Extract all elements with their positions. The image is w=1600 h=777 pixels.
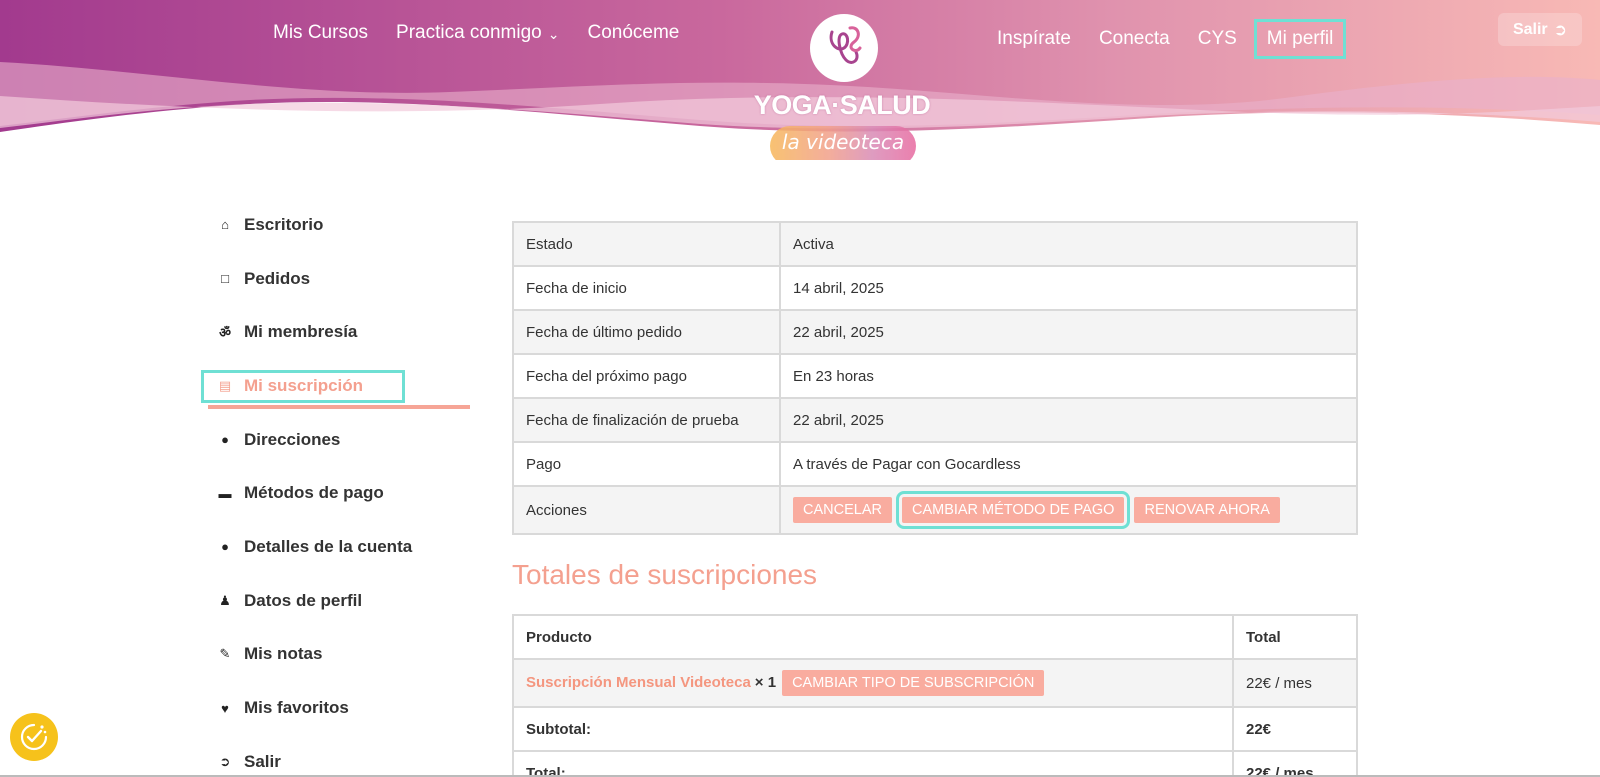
cookie-consent-button[interactable] — [10, 713, 58, 761]
sign-out-icon: ➲ — [1553, 21, 1568, 39]
account-sidebar: ⌂ Escritorio □ Pedidos ॐ Mi membresía ▤ … — [201, 198, 473, 777]
cancel-subscription-button[interactable]: CANCELAR — [793, 497, 892, 523]
users-icon: ● — [221, 539, 229, 555]
subscription-details: Estado Activa Fecha de inicio 14 abril, … — [512, 221, 1358, 535]
change-payment-method-button[interactable]: CAMBIAR MÉTODO DE PAGO — [895, 491, 1131, 529]
sidebar-item-pedidos[interactable]: □ Pedidos — [203, 252, 473, 306]
row-value: En 23 horas — [779, 353, 1358, 399]
table-row: Estado Activa — [512, 221, 1358, 267]
sidebar-item-datos-perfil[interactable]: ♟ Datos de perfil — [203, 574, 473, 628]
table-row: Fecha de finalización de prueba 22 abril… — [512, 397, 1358, 443]
active-underline — [208, 405, 470, 410]
sidebar-item-mis-favoritos[interactable]: ♥ Mis favoritos — [203, 681, 473, 735]
logo-ys-icon — [810, 14, 878, 82]
product-quantity: × 1 — [754, 674, 777, 691]
nav-cys[interactable]: CYS — [1198, 28, 1237, 50]
table-row: Fecha del próximo pago En 23 horas — [512, 353, 1358, 399]
renew-now-button[interactable]: RENOVAR AHORA — [1134, 497, 1280, 523]
sign-out-icon: ➲ — [219, 753, 231, 769]
product-cell: Suscripción Mensual Videoteca × 1 CAMBIAR … — [512, 658, 1234, 708]
subscription-details-table: Estado Activa Fecha de inicio 14 abril, … — [512, 221, 1358, 535]
row-value: 22 abril, 2025 — [779, 397, 1358, 443]
nav-practica-conmigo[interactable]: Practica conmigo ⌄ — [396, 22, 559, 44]
row-actions: CANCELAR CAMBIAR MÉTODO DE PAGO RENOVAR … — [779, 485, 1358, 535]
subtotal-value: 22€ — [1232, 706, 1358, 752]
row-label: Fecha de finalización de prueba — [512, 397, 781, 443]
chevron-down-icon: ⌄ — [547, 25, 560, 42]
nav-mis-cursos[interactable]: Mis Cursos — [273, 22, 368, 44]
row-label: Acciones — [512, 485, 781, 535]
sidebar-item-direcciones[interactable]: ● Direcciones — [203, 413, 473, 467]
table-row: Fecha de inicio 14 abril, 2025 — [512, 265, 1358, 311]
row-value: A través de Pagar con Gocardless — [779, 441, 1358, 487]
sidebar-item-detalles-cuenta[interactable]: ● Detalles de la cuenta — [203, 520, 473, 574]
location-pin-icon: ● — [221, 432, 229, 448]
table-row: Suscripción Mensual Videoteca × 1 CAMBIAR … — [512, 658, 1358, 708]
sidebar-item-metodos-de-pago[interactable]: ▬ Métodos de pago — [203, 466, 473, 520]
row-label: Pago — [512, 441, 781, 487]
site-logo[interactable]: YOGA·SALUD la videoteca — [752, 12, 932, 160]
subscription-totals: Producto Total Suscripción Mensual Video… — [512, 614, 1358, 777]
nav-conoceme[interactable]: Conóceme — [587, 22, 679, 44]
highlight-box — [201, 370, 405, 404]
header-logout-button[interactable]: Salir ➲ — [1498, 13, 1582, 46]
credit-card-icon: ▬ — [218, 485, 232, 501]
site-header: Mis Cursos Practica conmigo ⌄ Conóceme YO… — [0, 0, 1600, 160]
nav-inspirate[interactable]: Inspírate — [997, 28, 1071, 50]
row-label: Fecha de inicio — [512, 265, 781, 311]
subscription-totals-table: Producto Total Suscripción Mensual Video… — [512, 614, 1358, 777]
logo-subtitle: la videoteca — [781, 130, 905, 154]
row-value: Activa — [779, 221, 1358, 267]
logo-subtitle-badge: la videoteca — [770, 126, 916, 160]
table-row-actions: Acciones CANCELAR CAMBIAR MÉTODO DE PAGO… — [512, 485, 1358, 535]
nav-mi-perfil[interactable]: Mi perfil — [1253, 19, 1347, 59]
product-total: 22€ / mes — [1232, 658, 1358, 708]
row-value: 14 abril, 2025 — [779, 265, 1358, 311]
logo-title: YOGA·SALUD — [753, 90, 931, 120]
table-row: Subtotal: 22€ — [512, 706, 1358, 752]
table-row: Fecha de último pedido 22 abril, 2025 — [512, 309, 1358, 355]
nav-conecta[interactable]: Conecta — [1099, 28, 1170, 50]
table-row: Pago A través de Pagar con Gocardless — [512, 441, 1358, 487]
product-link[interactable]: Suscripción Mensual Videoteca — [526, 674, 751, 691]
main-nav-right: Inspírate Conecta CYS Mi perfil — [997, 19, 1347, 59]
pencil-icon: ✎ — [219, 646, 231, 662]
sidebar-item-escritorio[interactable]: ⌂ Escritorio — [203, 198, 473, 252]
totals-section-title: Totales de suscripciones — [512, 559, 818, 590]
home-icon: ⌂ — [221, 217, 229, 233]
heart-icon: ♥ — [221, 700, 229, 716]
change-subscription-type-button[interactable]: CAMBIAR TIPO DE SUBSCRIPCIÓN — [782, 670, 1045, 696]
total-label: Total: — [512, 750, 1234, 777]
column-header-product: Producto — [512, 614, 1234, 660]
total-value: 22€ / mes — [1232, 750, 1358, 777]
sidebar-item-salir[interactable]: ➲ Salir — [203, 735, 473, 777]
sidebar-item-mi-membresia[interactable]: ॐ Mi membresía — [203, 305, 473, 359]
table-header-row: Producto Total — [512, 614, 1358, 660]
row-label: Estado — [512, 221, 781, 267]
table-row: Total: 22€ / mes — [512, 750, 1358, 777]
main-nav-left: Mis Cursos Practica conmigo ⌄ Conóceme — [273, 22, 679, 44]
sidebar-item-mis-notas[interactable]: ✎ Mis notas — [203, 628, 473, 682]
row-value: 22 abril, 2025 — [779, 309, 1358, 355]
row-label: Fecha de último pedido — [512, 309, 781, 355]
sidebar-item-mi-suscripcion[interactable]: ▤ Mi suscripción — [201, 359, 473, 413]
om-icon: ॐ — [219, 325, 231, 341]
cart-icon: □ — [221, 271, 229, 287]
user-icon: ♟ — [219, 592, 231, 608]
row-label: Fecha del próximo pago — [512, 353, 781, 399]
column-header-total: Total — [1232, 614, 1358, 660]
cookie-check-icon — [20, 723, 48, 751]
subtotal-label: Subtotal: — [512, 706, 1234, 752]
